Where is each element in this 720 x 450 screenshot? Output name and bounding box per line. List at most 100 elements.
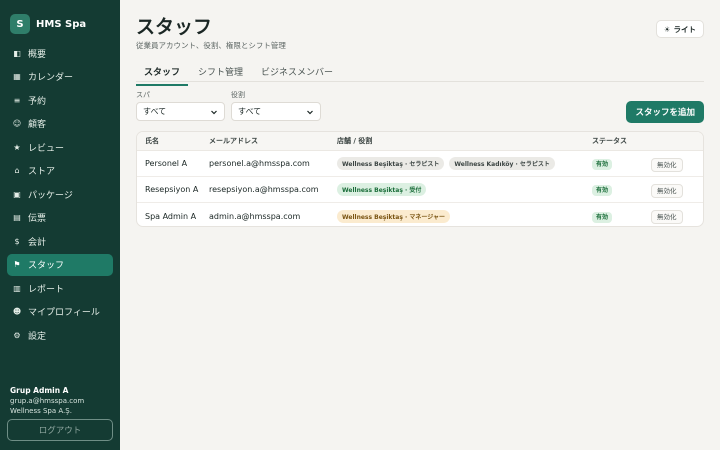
page-subtitle: 従業員アカウント、役割、権限とシフト管理 (136, 41, 286, 50)
logout-button[interactable]: ログアウト (7, 419, 113, 441)
sidebar-item-8[interactable]: $ 会計 (7, 230, 113, 253)
col-header-store-role: 店舗 / 役割 (337, 137, 373, 145)
sidebar-item-label: 設定 (28, 331, 47, 342)
tabs-divider (136, 81, 704, 82)
staff-icon: ⚑ (13, 260, 21, 270)
status-cell: 有効 (592, 211, 651, 223)
sun-icon: ☀ (663, 24, 671, 34)
col-header-status: ステータス (592, 137, 627, 145)
user-info: Grup Admin A grup.a@hmsspa.com Wellness … (10, 386, 84, 416)
spa-filter-label: スパ (136, 91, 150, 99)
sidebar: S HMS Spa ◧ 概要 ▦ カレンダー ≡ 予約 ☺ 顧客 ★ レビュー ⌂ ストア ▣ パッケージ… (0, 0, 120, 450)
sidebar-item-label: 伝票 (28, 214, 47, 225)
sidebar-item-3[interactable]: ☺ 顧客 (7, 113, 113, 136)
role-chip: Wellness Beşiktaş · 受付 (337, 183, 427, 196)
sidebar-nav: ◧ 概要 ▦ カレンダー ≡ 予約 ☺ 顧客 ★ レビュー ⌂ ストア ▣ パッケージ ▤ 伝票 $ 会計 ⚑ スタッ… (0, 42, 120, 347)
sidebar-item-10[interactable]: ▥ レポート (7, 277, 113, 300)
role-filter-label: 役割 (231, 91, 245, 99)
theme-toggle-button[interactable]: ☀ ライト (655, 20, 704, 38)
table-body: Personel A personel.a@hmsspa.com Wellness … (137, 151, 703, 226)
chevron-down-icon (211, 110, 217, 114)
brand-name: HMS Spa (36, 18, 87, 30)
sidebar-item-12[interactable]: ⚙ 設定 (7, 324, 113, 347)
staff-name: Resepsiyon A (145, 185, 199, 194)
staff-email: personel.a@hmsspa.com (209, 159, 310, 168)
brand[interactable]: S HMS Spa (0, 0, 120, 38)
sidebar-item-4[interactable]: ★ レビュー (7, 136, 113, 159)
store-icon: ⌂ (14, 166, 20, 176)
sidebar-item-label: マイプロフィール (28, 308, 100, 319)
calendar-icon: ▦ (13, 72, 21, 82)
sidebar-item-label: パッケージ (28, 190, 73, 201)
overview-icon: ◧ (13, 48, 21, 58)
table-row[interactable]: Spa Admin A admin.a@hmsspa.com Wellness Be… (137, 203, 703, 226)
spa-filter-select[interactable]: すべて (136, 102, 225, 121)
table-row[interactable]: Personel A personel.a@hmsspa.com Wellness … (137, 151, 703, 177)
status-badge: 有効 (592, 185, 613, 196)
role-chip: Wellness Kadıköy · セラピスト (449, 157, 555, 170)
staff-table: 氏名 メールアドレス 店舗 / 役割 ステータス Personel A perso… (136, 131, 704, 227)
chevron-down-icon (307, 110, 313, 114)
sidebar-item-label: 予約 (28, 96, 47, 107)
store-roles: Wellness Beşiktaş · セラピスト Wellness Kadıkö… (337, 157, 592, 170)
main-content: スタッフ 従業員アカウント、役割、権限とシフト管理 ☀ ライト スタッフ シフト管… (120, 0, 720, 450)
sidebar-item-11[interactable]: ☻ マイプロフィール (7, 301, 113, 324)
app-root: S HMS Spa ◧ 概要 ▦ カレンダー ≡ 予約 ☺ 顧客 ★ レビュー ⌂ ストア ▣ パッケージ… (0, 0, 720, 450)
sidebar-item-7[interactable]: ▤ 伝票 (7, 207, 113, 230)
report-icon: ▥ (13, 283, 21, 293)
staff-name: Personel A (145, 159, 188, 168)
brand-logo: S (10, 14, 30, 34)
user-email: grup.a@hmsspa.com (10, 397, 85, 405)
action-cell: 無効化 (651, 210, 703, 224)
status-badge: 有効 (592, 159, 613, 170)
tab-2[interactable]: ビジネスメンバー (253, 60, 341, 86)
store-roles: Wellness Beşiktaş · マネージャー (337, 209, 592, 223)
role-filter-value: すべて (238, 107, 262, 116)
sidebar-item-label: スタッフ (28, 261, 65, 272)
profile-icon: ☻ (12, 307, 22, 317)
action-cell: 無効化 (651, 183, 703, 198)
spa-filter-value: すべて (143, 107, 167, 116)
theme-label: ライト (673, 24, 697, 34)
sidebar-item-9[interactable]: ⚑ スタッフ (7, 253, 113, 276)
table-header: 氏名 メールアドレス 店舗 / 役割 ステータス (137, 132, 703, 151)
receipt-icon: ▤ (13, 213, 21, 223)
table-row[interactable]: Resepsiyon A resepsiyon.a@hmsspa.com Welln… (137, 177, 703, 203)
staff-name: Spa Admin A (145, 211, 197, 221)
deactivate-button[interactable]: 無効化 (651, 210, 683, 224)
status-cell: 有効 (592, 159, 651, 170)
sidebar-item-2[interactable]: ≡ 予約 (7, 89, 113, 112)
sidebar-item-6[interactable]: ▣ パッケージ (7, 183, 113, 206)
staff-email: resepsiyon.a@hmsspa.com (209, 185, 319, 194)
role-chip: Wellness Beşiktaş · マネージャー (337, 209, 450, 223)
sidebar-item-label: 概要 (28, 49, 47, 60)
col-header-name: 氏名 (145, 137, 159, 145)
deactivate-button[interactable]: 無効化 (651, 183, 683, 198)
action-cell: 無効化 (651, 157, 703, 172)
sidebar-item-label: 顧客 (28, 120, 47, 131)
deactivate-button[interactable]: 無効化 (651, 157, 683, 172)
role-filter-select[interactable]: すべて (231, 102, 321, 121)
store-roles: Wellness Beşiktaş · 受付 (337, 183, 592, 196)
customers-icon: ☺ (12, 119, 22, 129)
role-chip: Wellness Beşiktaş · セラピスト (337, 157, 445, 170)
package-icon: ▣ (13, 189, 21, 199)
tab-1[interactable]: シフト管理 (190, 60, 251, 86)
sidebar-item-0[interactable]: ◧ 概要 (7, 42, 113, 65)
add-staff-button[interactable]: スタッフを追加 (626, 101, 704, 123)
user-name: Grup Admin A (10, 386, 69, 395)
sidebar-item-label: 会計 (28, 237, 47, 248)
sidebar-item-1[interactable]: ▦ カレンダー (7, 66, 113, 89)
booking-icon: ≡ (13, 95, 21, 105)
tab-bar: スタッフ シフト管理 ビジネスメンバー (136, 60, 343, 86)
review-icon: ★ (13, 142, 21, 152)
sidebar-item-5[interactable]: ⌂ ストア (7, 160, 113, 183)
status-badge: 有効 (592, 211, 613, 223)
sidebar-item-label: カレンダー (28, 73, 74, 84)
tab-0[interactable]: スタッフ (136, 60, 189, 86)
accounting-icon: $ (14, 236, 20, 246)
sidebar-item-label: ストア (28, 167, 56, 178)
sidebar-item-label: レビュー (28, 143, 65, 154)
user-company: Wellness Spa A.Ş. (10, 407, 72, 415)
page-title: スタッフ (136, 16, 213, 38)
